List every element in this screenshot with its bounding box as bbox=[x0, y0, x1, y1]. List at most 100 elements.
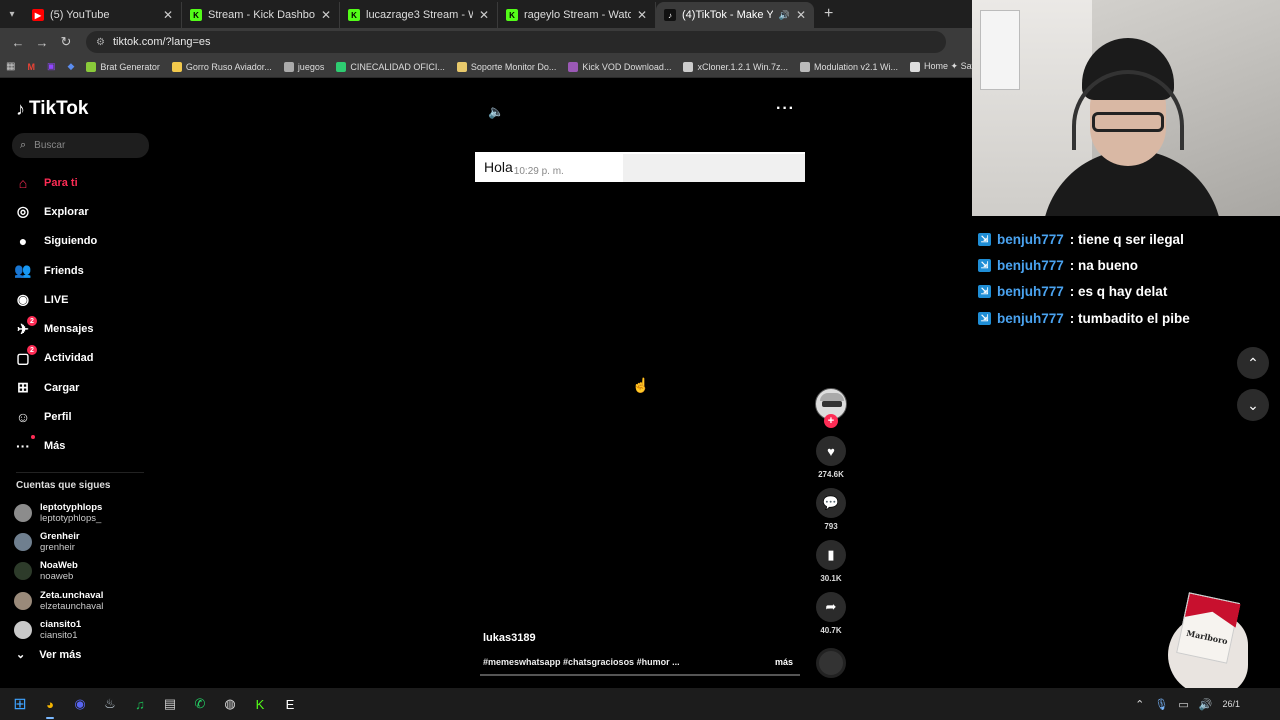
activity-icon: ▢ 2 bbox=[14, 345, 37, 367]
follow-plus-icon[interactable]: + bbox=[824, 414, 838, 428]
sidebar-item-para-ti[interactable]: ⌂ Para ti bbox=[14, 168, 154, 197]
sidebar-item-friends[interactable]: 👥 Friends bbox=[14, 256, 154, 285]
browser-tab[interactable]: Krageylo Stream - Watch Live on ✕ bbox=[498, 2, 656, 28]
browser-tab[interactable]: ▶ (5) YouTube ✕ bbox=[24, 2, 182, 28]
following-account[interactable]: NoaWeb noaweb bbox=[14, 557, 144, 586]
save-count: 30.1K bbox=[820, 574, 842, 583]
sidebar-item-explorar[interactable]: ◎ Explorar bbox=[14, 197, 154, 226]
bookmark-item[interactable]: Brat Generator bbox=[86, 61, 160, 72]
youtube-icon: ▶ bbox=[32, 9, 44, 21]
bookmark-label: Gorro Ruso Aviador... bbox=[185, 61, 272, 72]
following-account[interactable]: leptotyphlops leptotyphlops_ bbox=[14, 498, 144, 527]
sidebar-item-mensajes[interactable]: ✈ 2 Mensajes bbox=[14, 314, 154, 343]
sidebar-divider bbox=[16, 472, 144, 473]
bookmark-icon[interactable]: ▮ bbox=[816, 540, 846, 570]
steam-icon[interactable]: ♨ bbox=[98, 692, 122, 716]
sidebar-item-siguiendo[interactable]: ● Siguiendo bbox=[14, 227, 154, 256]
network-icon[interactable]: ▭ bbox=[1178, 698, 1188, 711]
forward-icon[interactable]: → bbox=[30, 30, 54, 54]
browser-tab[interactable]: Klucazrage3 Stream - Watch Live ✕ bbox=[340, 2, 498, 28]
video-author[interactable]: lukas3189 bbox=[483, 632, 536, 644]
app-icon[interactable]: ▤ bbox=[158, 692, 182, 716]
chrome-icon[interactable]: ◕ bbox=[38, 692, 62, 719]
like-icon[interactable]: ♥ bbox=[816, 436, 846, 466]
tiktok-logo[interactable]: ♪ TikTok bbox=[16, 98, 88, 120]
reload-icon[interactable]: ↻ bbox=[54, 30, 78, 54]
tab-title: Stream - Kick Dashboard bbox=[208, 9, 315, 21]
bookmark-item[interactable]: juegos bbox=[283, 61, 324, 72]
music-disc-icon[interactable] bbox=[816, 648, 846, 678]
sidebar-item-cargar[interactable]: ⊞ Cargar bbox=[14, 373, 154, 402]
notification-badge: 2 bbox=[27, 316, 37, 327]
bookmark-item[interactable]: CINECALIDAD OFICI... bbox=[336, 61, 445, 72]
following-list: leptotyphlops leptotyphlops_ Grenheir grenh… bbox=[14, 498, 144, 644]
address-bar[interactable]: ⚙ tiktok.com/?lang=es bbox=[86, 31, 946, 53]
sidebar-item-actividad[interactable]: ▢ 2 Actividad bbox=[14, 344, 154, 373]
spotify-icon[interactable]: ♫ bbox=[128, 692, 152, 716]
sidebar-item-perfil[interactable]: ☺ Perfil bbox=[14, 402, 154, 431]
following-account[interactable]: Grenheir grenheir bbox=[14, 527, 144, 556]
search-input[interactable]: ⌕ Buscar bbox=[12, 133, 149, 158]
browser-tab[interactable]: K Stream - Kick Dashboard ✕ bbox=[182, 2, 340, 28]
account-handle: elzetaunchaval bbox=[40, 600, 104, 612]
extension-icon[interactable]: ◆ bbox=[67, 61, 74, 72]
close-icon[interactable]: ✕ bbox=[163, 8, 173, 22]
windows-start-icon[interactable]: ⊞ bbox=[8, 692, 32, 716]
friends-icon: 👥 bbox=[14, 262, 32, 279]
sidebar-item-label: Siguiendo bbox=[44, 235, 98, 248]
close-icon[interactable]: ✕ bbox=[479, 8, 489, 22]
tiktok-icon: ♪ bbox=[664, 9, 676, 21]
volume-icon[interactable]: 🔈 bbox=[488, 104, 504, 120]
comment-icon[interactable]: 💬 bbox=[816, 488, 846, 518]
close-icon[interactable]: ✕ bbox=[637, 8, 647, 22]
new-tab-button[interactable]: + bbox=[824, 5, 833, 23]
following-account[interactable]: ciansito1 ciansito1 bbox=[14, 615, 144, 644]
microphone-icon[interactable]: 🎙 bbox=[1154, 698, 1168, 711]
sidebar-item-más[interactable]: ··· Más bbox=[14, 432, 154, 461]
tab-audio-icon[interactable]: 🔊 bbox=[779, 10, 790, 21]
bookmark-item[interactable]: xCloner.1.2.1 Win.7z... bbox=[683, 61, 788, 72]
caption-more-link[interactable]: más bbox=[775, 657, 793, 667]
following-account[interactable]: Zeta.unchaval elzetaunchaval bbox=[14, 586, 144, 615]
close-icon[interactable]: ✕ bbox=[321, 8, 331, 22]
see-more-link[interactable]: ⌄ Ver más bbox=[16, 648, 81, 662]
windows-taskbar: ⊞ ◕ ◉ ♨ ♫ ▤ ✆ ◍ K E ⌃ 🎙 ▭ 🔊 26/1 bbox=[0, 688, 1280, 720]
bookmark-item[interactable]: Modulation v2.1 Wi... bbox=[800, 61, 898, 72]
bookmark-label: CINECALIDAD OFICI... bbox=[350, 61, 445, 72]
video-hashtags[interactable]: #memeswhatsapp #chatsgraciosos #humor ..… bbox=[483, 657, 680, 667]
back-icon[interactable]: ← bbox=[6, 30, 30, 54]
scroll-down-icon[interactable]: ⌄ bbox=[1237, 389, 1269, 421]
site-info-icon[interactable]: ⚙ bbox=[96, 37, 105, 48]
brand-name: TikTok bbox=[29, 98, 89, 119]
tab-search-icon[interactable]: ▾ bbox=[0, 0, 24, 28]
kick-icon[interactable]: K bbox=[248, 692, 272, 716]
account-name: leptotyphlops bbox=[40, 501, 103, 513]
obs-icon[interactable]: ◍ bbox=[218, 692, 242, 716]
twitch-icon[interactable]: ▣ bbox=[47, 61, 56, 72]
compass-icon: ◎ bbox=[16, 203, 30, 220]
tray-expand-icon[interactable]: ⌃ bbox=[1135, 698, 1144, 711]
share-icon[interactable]: ➦ bbox=[816, 592, 846, 622]
chat-username: benjuh777 bbox=[997, 257, 1064, 273]
epic-icon[interactable]: E bbox=[278, 692, 302, 716]
video-progress-bar[interactable] bbox=[480, 674, 800, 676]
apps-grid-icon[interactable]: ▦ bbox=[6, 61, 15, 72]
share-count: 40.7K bbox=[820, 626, 842, 635]
more-options-icon[interactable]: ··· bbox=[776, 100, 795, 118]
bookmark-item[interactable]: Gorro Ruso Aviador... bbox=[171, 61, 272, 72]
search-icon: ⌕ bbox=[20, 139, 27, 151]
discord-icon[interactable]: ◉ bbox=[68, 692, 92, 716]
whatsapp-icon[interactable]: ✆ bbox=[188, 692, 212, 716]
account-name: NoaWeb bbox=[40, 560, 78, 572]
gmail-icon[interactable]: M bbox=[27, 62, 35, 72]
account-handle: grenheir bbox=[40, 541, 75, 553]
speaker-icon[interactable]: 🔊 bbox=[1199, 698, 1213, 711]
account-text: NoaWeb noaweb bbox=[40, 560, 78, 582]
close-icon[interactable]: ✕ bbox=[796, 8, 806, 22]
scroll-up-icon[interactable]: ⌃ bbox=[1237, 347, 1269, 379]
tray-date[interactable]: 26/1 bbox=[1222, 699, 1240, 709]
bookmark-item[interactable]: Kick VOD Download... bbox=[568, 61, 671, 72]
sidebar-item-live[interactable]: ◉ LIVE bbox=[14, 285, 154, 314]
bookmark-item[interactable]: Soporte Monitor Do... bbox=[456, 61, 556, 72]
browser-tab[interactable]: ♪ (4)TikTok - Make Your Day 🔊 ✕ bbox=[656, 2, 814, 28]
